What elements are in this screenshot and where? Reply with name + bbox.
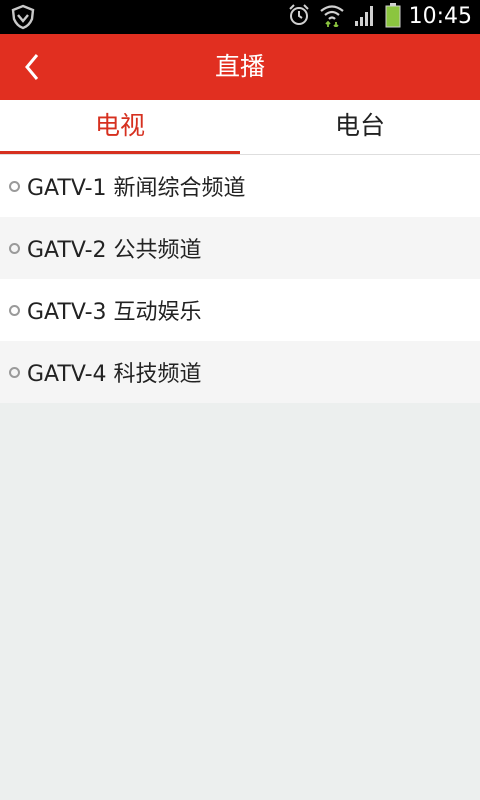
shield-icon <box>10 4 36 30</box>
tab-bar: 电视 电台 <box>0 100 480 155</box>
channel-item-gatv-1[interactable]: GATV-1 新闻综合频道 <box>0 155 480 217</box>
page-title: 直播 <box>214 52 265 81</box>
channel-label: GATV-3 互动娱乐 <box>27 300 202 325</box>
signal-icon <box>353 3 377 31</box>
radio-icon <box>9 366 20 378</box>
screen: 10:45 直播 电视 电台 GATV-1 新闻综合频道 GATV-2 公共频道… <box>0 0 480 800</box>
tab-tv[interactable]: 电视 <box>0 100 240 154</box>
chevron-left-icon <box>25 54 39 80</box>
status-bar: 10:45 <box>0 0 480 34</box>
channel-label: GATV-1 新闻综合频道 <box>27 176 246 201</box>
channel-label: GATV-4 科技频道 <box>27 362 202 387</box>
clock-time: 10:45 <box>408 4 472 29</box>
tab-radio[interactable]: 电台 <box>240 100 480 154</box>
channel-label: GATV-2 公共频道 <box>27 238 202 263</box>
tab-indicator <box>0 151 240 154</box>
battery-icon <box>385 2 401 32</box>
channel-item-gatv-3[interactable]: GATV-3 互动娱乐 <box>0 279 480 341</box>
back-button[interactable] <box>14 49 50 85</box>
alarm-icon <box>287 3 311 31</box>
channel-item-gatv-4[interactable]: GATV-4 科技频道 <box>0 341 480 403</box>
radio-icon <box>9 304 20 316</box>
channel-item-gatv-2[interactable]: GATV-2 公共频道 <box>0 217 480 279</box>
radio-icon <box>9 242 20 254</box>
title-bar: 直播 <box>0 34 480 100</box>
status-icons: 10:45 <box>287 0 472 34</box>
radio-icon <box>9 180 20 192</box>
channel-list: GATV-1 新闻综合频道 GATV-2 公共频道 GATV-3 互动娱乐 GA… <box>0 155 480 403</box>
wifi-icon <box>319 3 345 31</box>
